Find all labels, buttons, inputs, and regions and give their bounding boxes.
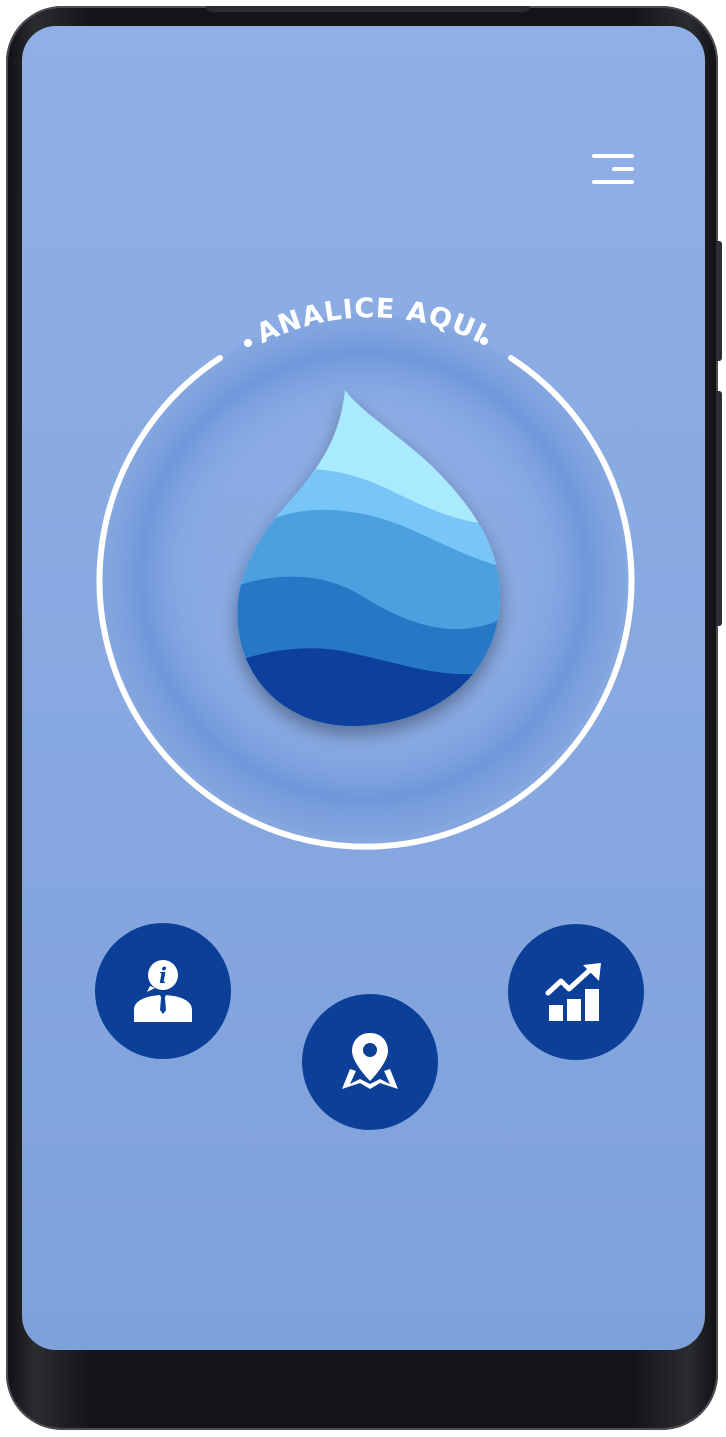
phone-frame: ANALICE AQUI i: [6, 6, 722, 1430]
location-button[interactable]: [302, 994, 438, 1130]
map-pin-icon: [342, 1033, 398, 1089]
growth-chart-icon: [545, 963, 601, 1021]
info-person-icon: i: [134, 960, 192, 1022]
analyze-ring: ANALICE AQUI: [96, 293, 635, 850]
speaker-notch: [206, 6, 530, 12]
svg-text:i: i: [159, 963, 167, 988]
app-screen: ANALICE AQUI i: [22, 26, 705, 1350]
label-dot-left: [244, 339, 252, 347]
power-button: [716, 391, 722, 626]
info-button[interactable]: i: [95, 923, 231, 1059]
volume-button: [716, 241, 722, 361]
statistics-button[interactable]: [508, 924, 644, 1060]
